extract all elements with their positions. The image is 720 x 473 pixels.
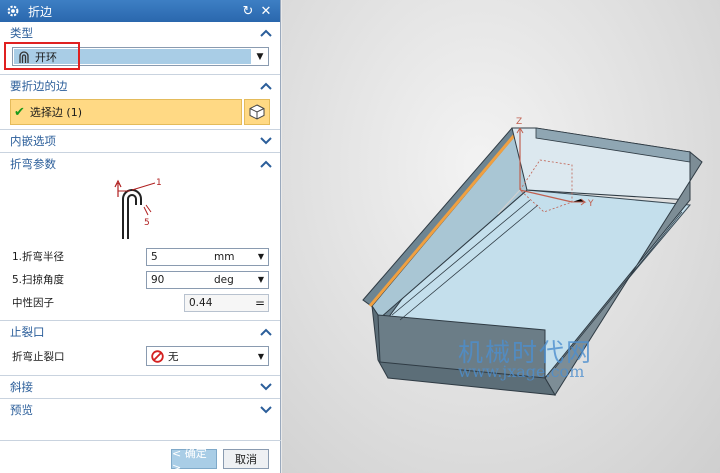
dialog-titlebar: 折边 ↻ ✕ bbox=[0, 0, 280, 22]
neutral-factor-row: 中性因子 0.44 = bbox=[0, 291, 280, 314]
dialog-title: 折边 bbox=[28, 4, 53, 19]
type-dropdown-value: 开环 bbox=[14, 49, 251, 64]
close-icon[interactable]: ✕ bbox=[258, 3, 274, 19]
section-preview-title: 预览 bbox=[10, 403, 33, 417]
bend-radius-row: 1.折弯半径 5 mm ▼ bbox=[0, 245, 280, 268]
cancel-button[interactable]: 取消 bbox=[223, 449, 269, 469]
section-edge-title: 要折边的边 bbox=[10, 79, 68, 93]
section-bend-header[interactable]: 折弯参数 bbox=[0, 153, 280, 175]
type-dropdown[interactable]: 开环 ▼ bbox=[12, 47, 269, 66]
graphics-viewport[interactable]: Z Y bbox=[282, 0, 720, 473]
bend-radius-unit: mm bbox=[214, 250, 235, 263]
chevron-up-icon[interactable] bbox=[260, 81, 272, 91]
section-bend-title: 折弯参数 bbox=[10, 157, 56, 171]
bend-radius-value[interactable]: 5 bbox=[147, 251, 214, 263]
checkmark-icon: ✔ bbox=[14, 104, 25, 120]
section-preview-header[interactable]: 预览 bbox=[0, 399, 280, 421]
edge-selection-row: ✔ 选择边 (1) bbox=[10, 99, 270, 125]
dropdown-arrow-icon[interactable]: ▼ bbox=[252, 48, 268, 65]
section-relief-title: 止裂口 bbox=[10, 325, 45, 339]
flange-dialog: 折边 ↻ ✕ 类型 开环 ▼ 要折边的边 ✔ 选择边 (1) 内嵌选项 折弯参数… bbox=[0, 0, 281, 473]
dropdown-arrow-icon[interactable]: ▼ bbox=[254, 352, 268, 361]
bend-relief-label: 折弯止裂口 bbox=[12, 350, 65, 363]
neutral-factor-label: 中性因子 bbox=[12, 297, 54, 309]
section-miter-title: 斜接 bbox=[10, 380, 33, 394]
section-type-header[interactable]: 类型 bbox=[0, 22, 280, 44]
dropdown-arrow-icon[interactable]: ▼ bbox=[254, 275, 268, 284]
axis-label-z: Z bbox=[516, 117, 522, 127]
section-relief-header[interactable]: 止裂口 bbox=[0, 321, 280, 343]
equals-icon[interactable]: = bbox=[252, 296, 268, 310]
bend-radius-label: 1.折弯半径 bbox=[12, 251, 65, 263]
chevron-up-icon[interactable] bbox=[260, 159, 272, 169]
bend-radius-input[interactable]: 5 mm ▼ bbox=[146, 247, 269, 266]
section-inset-header[interactable]: 内嵌选项 bbox=[0, 130, 280, 152]
chevron-up-icon[interactable] bbox=[260, 327, 272, 337]
bend-relief-value: 无 bbox=[168, 350, 179, 363]
select-edge-label: 选择边 (1) bbox=[29, 106, 82, 119]
chevron-up-icon[interactable] bbox=[260, 28, 272, 38]
chevron-down-icon[interactable] bbox=[260, 405, 272, 415]
watermark-url: www.jxage.com bbox=[458, 362, 585, 381]
bend-parameter-diagram: 1 5 bbox=[0, 175, 280, 245]
open-loop-icon bbox=[19, 50, 29, 63]
gear-icon bbox=[7, 5, 19, 17]
section-miter-header[interactable]: 斜接 bbox=[0, 376, 280, 398]
type-row: 开环 ▼ bbox=[0, 42, 280, 74]
reset-icon[interactable]: ↻ bbox=[240, 3, 256, 19]
diagram-label-1: 1 bbox=[156, 178, 162, 188]
neutral-factor-input[interactable]: 0.44 = bbox=[184, 293, 269, 312]
sweep-angle-unit: deg bbox=[214, 273, 234, 286]
select-edge-field[interactable]: ✔ 选择边 (1) bbox=[10, 99, 242, 125]
sweep-angle-row: 5.扫掠角度 90 deg ▼ bbox=[0, 268, 280, 291]
sweep-angle-label: 5.扫掠角度 bbox=[12, 274, 65, 286]
diagram-label-5: 5 bbox=[144, 218, 150, 228]
section-edge-header[interactable]: 要折边的边 bbox=[0, 75, 280, 97]
section-inset-title: 内嵌选项 bbox=[10, 134, 56, 148]
axis-label-y: Y bbox=[587, 199, 594, 209]
sheet-metal-part: Z Y bbox=[362, 117, 703, 396]
select-edge-button[interactable] bbox=[244, 99, 270, 125]
bend-relief-dropdown[interactable]: 无 ▼ bbox=[146, 346, 269, 366]
neutral-factor-value[interactable]: 0.44 bbox=[185, 297, 252, 309]
cube-icon bbox=[249, 104, 265, 120]
section-type-title: 类型 bbox=[10, 26, 33, 40]
flange-profile-icon: 1 5 bbox=[114, 178, 162, 239]
chevron-down-icon[interactable] bbox=[260, 382, 272, 392]
dialog-footer: < 确定 > 取消 bbox=[0, 440, 281, 473]
sweep-angle-input[interactable]: 90 deg ▼ bbox=[146, 270, 269, 289]
ok-button[interactable]: < 确定 > bbox=[171, 447, 217, 473]
chevron-down-icon[interactable] bbox=[260, 136, 272, 146]
bend-relief-row: 折弯止裂口 无 ▼ bbox=[0, 343, 280, 369]
sweep-angle-value[interactable]: 90 bbox=[147, 274, 214, 286]
dropdown-arrow-icon[interactable]: ▼ bbox=[254, 252, 268, 261]
no-entry-icon bbox=[151, 349, 164, 363]
type-dropdown-label: 开环 bbox=[35, 50, 57, 64]
